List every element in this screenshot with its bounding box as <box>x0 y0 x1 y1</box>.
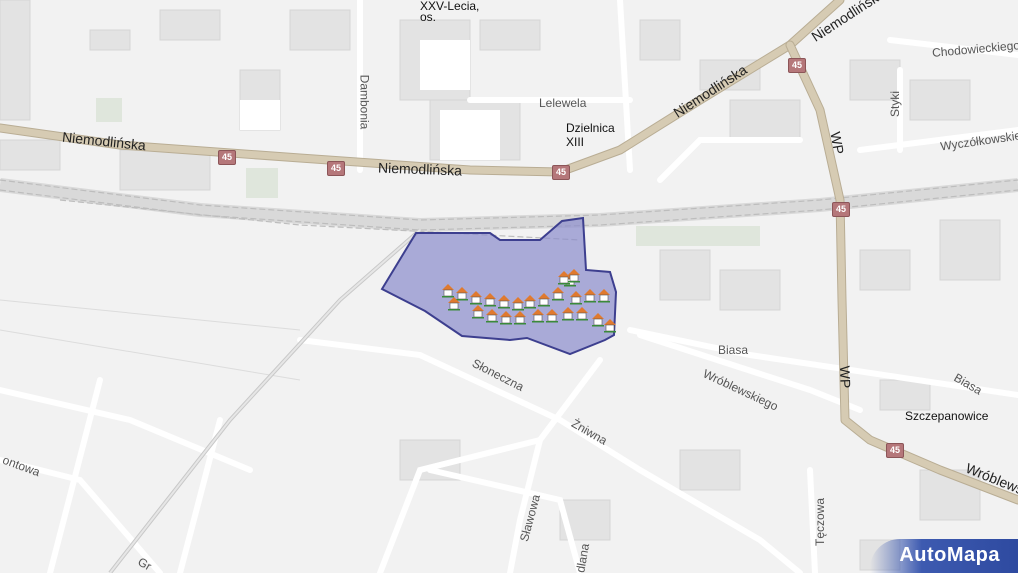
route-45-shield: 45 <box>886 443 905 458</box>
district-label-dzielnica: Dzielnica <box>566 121 615 135</box>
thin-paths <box>0 299 301 381</box>
street-label-teczowa: Tęczowa <box>813 497 828 547</box>
district-label-xiii: XIII <box>566 135 585 149</box>
route-45-shield: 45 <box>327 161 346 176</box>
street-label-wp: WP <box>827 130 848 156</box>
route-45-shield: 45 <box>218 150 237 165</box>
street-label-lelewela: Lelewela <box>539 96 587 110</box>
street-label-wp: WP <box>836 365 854 389</box>
map-canvas <box>0 0 1018 573</box>
map-view[interactable]: 45 45 45 45 45 45 Niemodlińska Niemodliń… <box>0 0 1018 573</box>
district-label-szczepanowice: Szczepanowice <box>905 409 989 423</box>
automapa-logo[interactable]: AutoMapa <box>870 539 1018 573</box>
route-45-shield: 45 <box>832 202 851 217</box>
railway-branch <box>108 228 422 573</box>
street-label-niemodlinska: Niemodlińska <box>377 159 463 179</box>
street-label-styki: Styki <box>888 90 903 118</box>
district-label-os: os. <box>420 10 437 24</box>
selected-area-polygon <box>380 216 618 356</box>
route-45-shield: 45 <box>552 165 571 180</box>
street-label-biasa: Biasa <box>718 343 749 357</box>
logo-text: AutoMapa <box>899 544 1000 566</box>
street-label-dambonia: Dambonia <box>357 74 372 130</box>
route-45-shield: 45 <box>788 58 807 73</box>
